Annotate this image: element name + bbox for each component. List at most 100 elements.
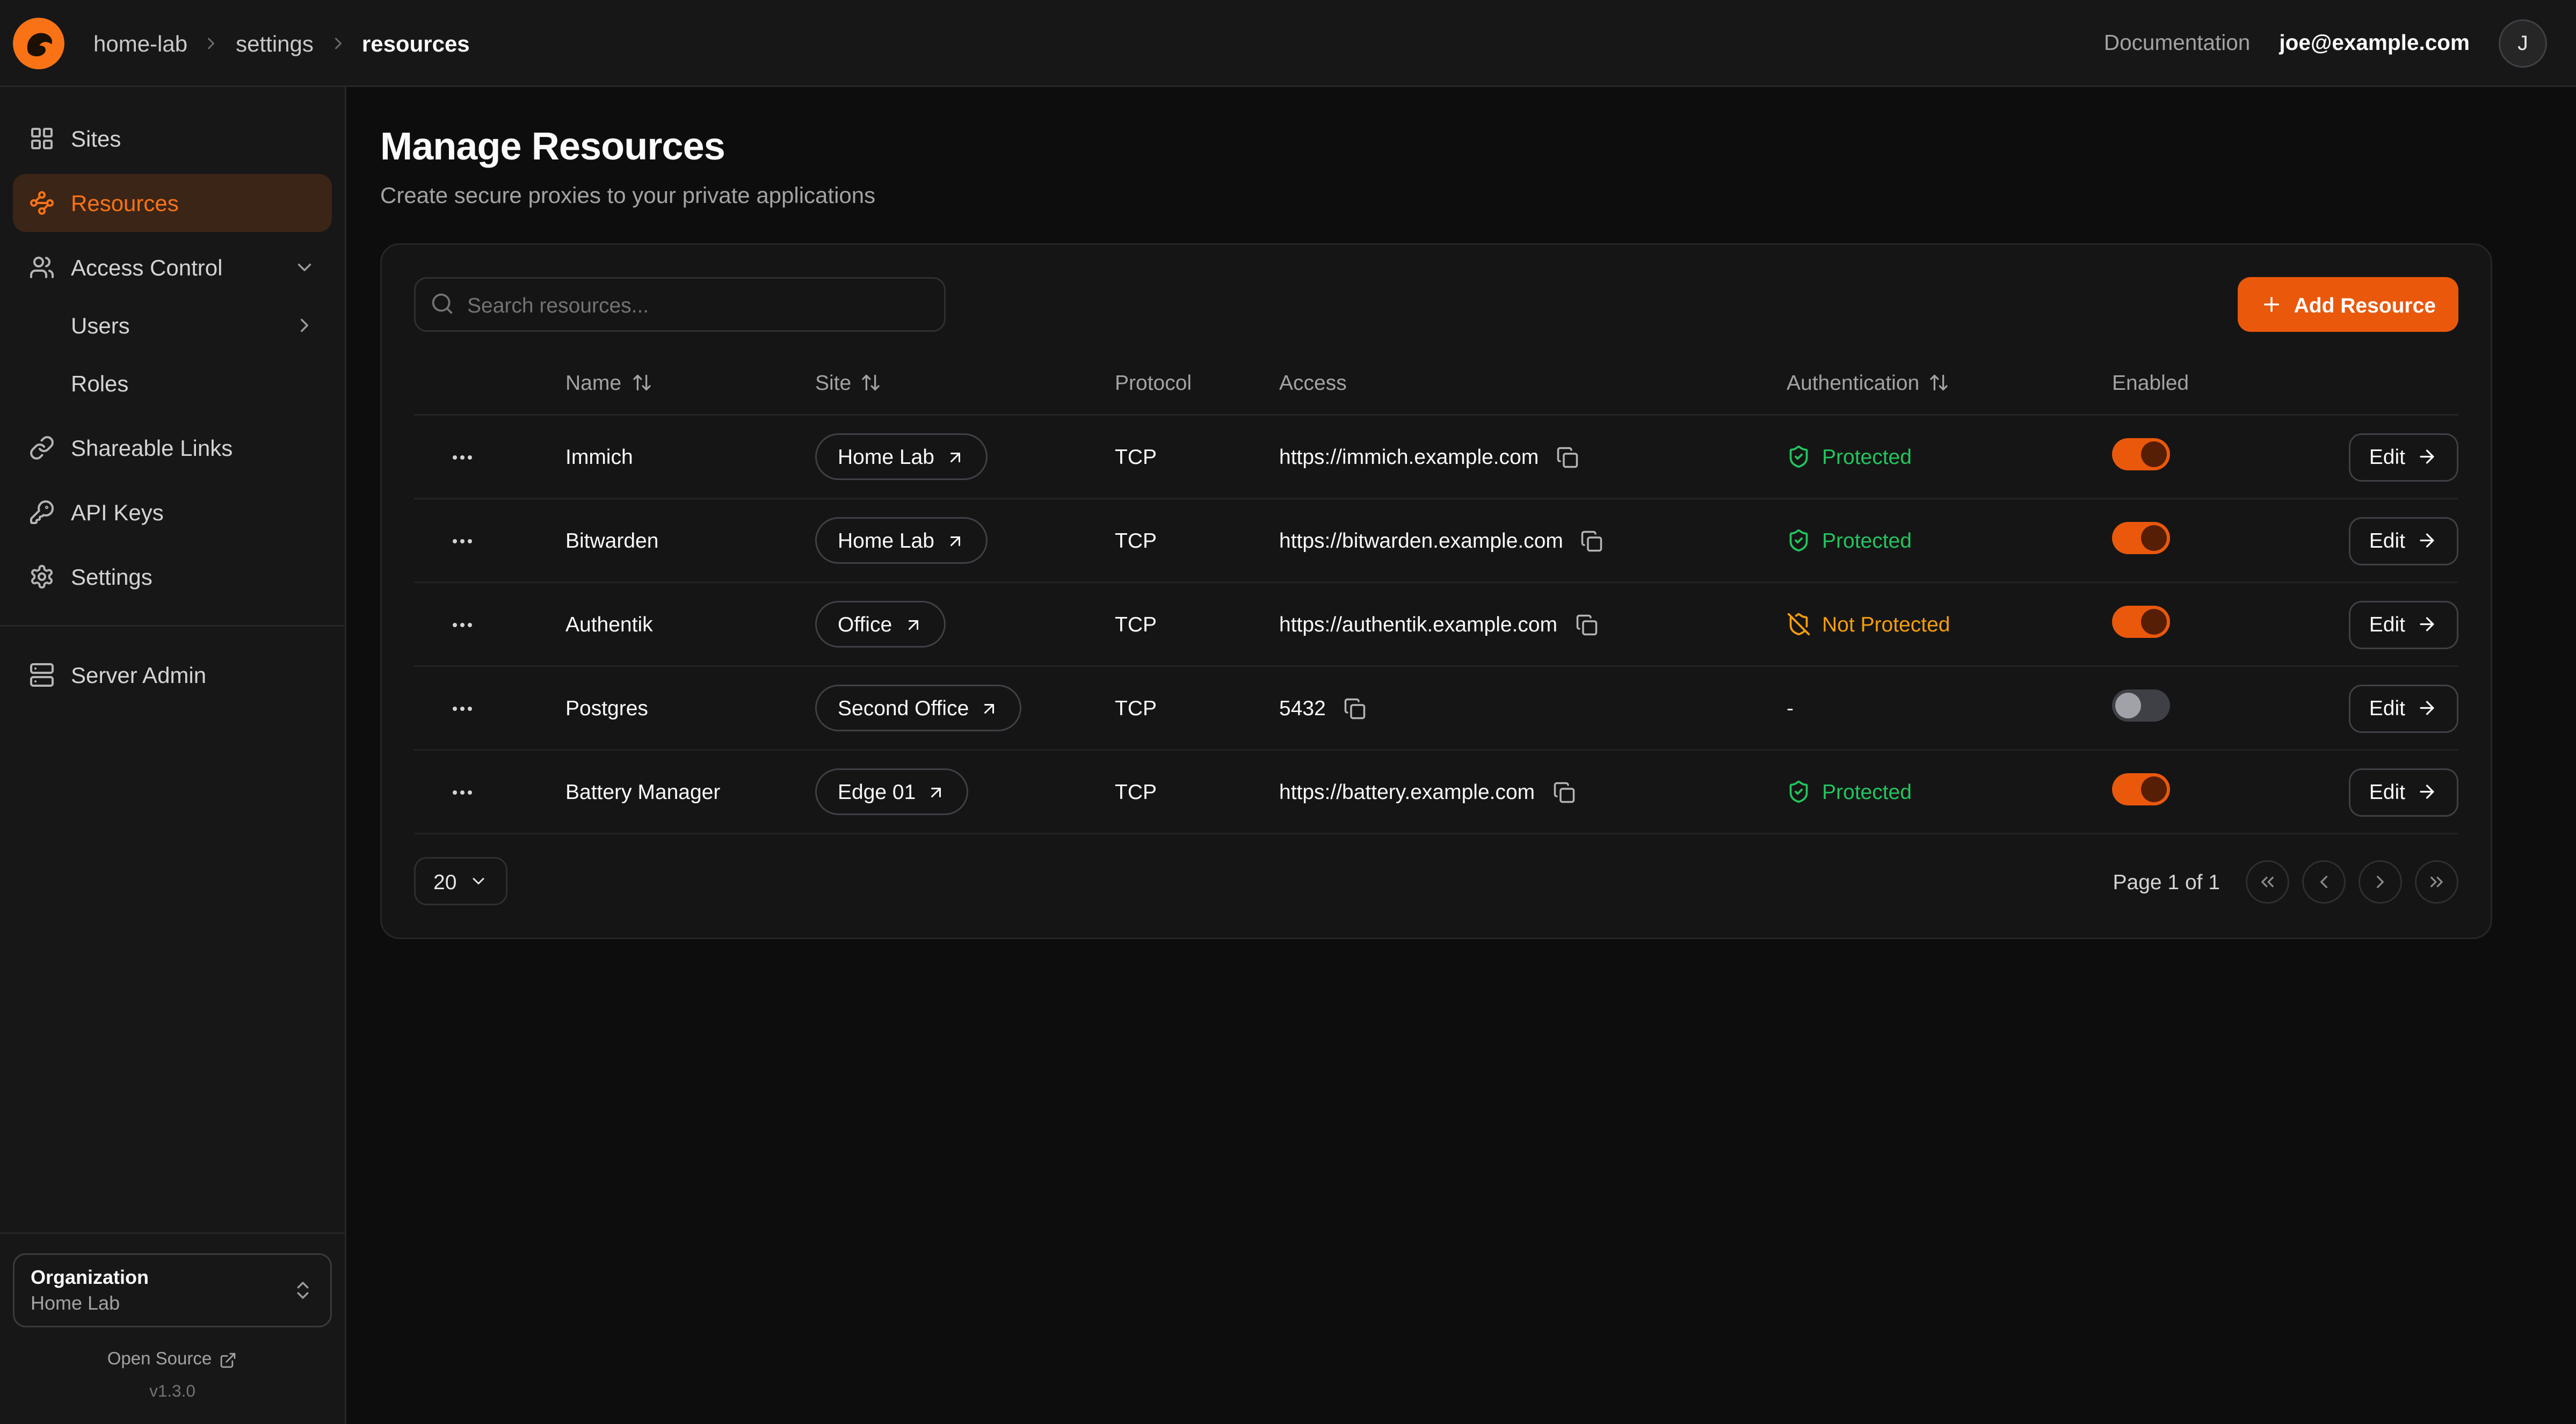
protocol: TCP — [1115, 780, 1279, 804]
edit-button[interactable]: Edit — [2348, 684, 2458, 732]
sidebar: Sites Resources Access Control Users Rol… — [0, 87, 346, 1424]
table-row: Battery Manager Edge 01 TCP https://batt… — [414, 751, 2458, 834]
organization-selector[interactable]: Organization Home Lab — [13, 1253, 332, 1327]
chevrons-left-icon — [2257, 871, 2278, 892]
sidebar-item-label: Resources — [71, 190, 179, 216]
arrow-up-right-icon — [946, 447, 965, 467]
row-menu-button[interactable] — [443, 689, 482, 728]
arrow-up-right-icon — [980, 699, 999, 718]
sidebar-divider — [0, 625, 345, 627]
copy-icon[interactable] — [1340, 694, 1369, 723]
sidebar-item-label: Access Control — [71, 255, 222, 280]
table-row: Postgres Second Office TCP 5432 - Edit — [414, 667, 2458, 751]
sidebar-divider — [0, 1232, 345, 1234]
documentation-link[interactable]: Documentation — [2104, 31, 2250, 55]
breadcrumb-org[interactable]: home-lab — [93, 30, 187, 56]
arrow-right-icon — [2417, 530, 2437, 551]
shield-off-icon — [1787, 612, 1811, 636]
copy-icon[interactable] — [1553, 442, 1582, 471]
edit-button[interactable]: Edit — [2348, 517, 2458, 565]
auth-status: - — [1787, 696, 2112, 720]
enabled-toggle[interactable] — [2112, 438, 2170, 470]
access-url: https://immich.example.com — [1279, 445, 1539, 469]
copy-icon[interactable] — [1549, 778, 1578, 807]
row-menu-button[interactable] — [443, 438, 482, 476]
search-icon — [430, 292, 454, 316]
access-url: https://bitwarden.example.com — [1279, 528, 1563, 553]
sort-site-icon[interactable] — [861, 372, 882, 393]
enabled-toggle[interactable] — [2112, 773, 2170, 805]
arrow-right-icon — [2417, 698, 2437, 718]
sidebar-item-roles[interactable]: Roles — [13, 354, 332, 412]
chevron-right-icon — [293, 314, 316, 337]
user-email[interactable]: joe@example.com — [2279, 31, 2470, 55]
sidebar-item-api-keys[interactable]: API Keys — [13, 483, 332, 541]
sidebar-item-users[interactable]: Users — [13, 296, 332, 354]
enabled-toggle[interactable] — [2112, 689, 2170, 722]
chevron-left-icon — [2313, 871, 2334, 892]
breadcrumb-settings[interactable]: settings — [236, 30, 314, 56]
open-source-link[interactable]: Open Source — [13, 1350, 332, 1369]
edit-button[interactable]: Edit — [2348, 433, 2458, 481]
resource-name: Bitwarden — [565, 528, 815, 553]
sidebar-item-resources[interactable]: Resources — [13, 174, 332, 232]
row-menu-button[interactable] — [443, 773, 482, 811]
last-page-button[interactable] — [2415, 860, 2458, 903]
access-url: https://authentik.example.com — [1279, 612, 1557, 636]
avatar[interactable]: J — [2499, 19, 2547, 67]
table-row: Immich Home Lab TCP https://immich.examp… — [414, 416, 2458, 499]
page-indicator: Page 1 of 1 — [2113, 869, 2221, 893]
sidebar-item-settings[interactable]: Settings — [13, 548, 332, 606]
copy-icon[interactable] — [1572, 610, 1601, 639]
auth-status: Protected — [1787, 780, 2112, 804]
next-page-button[interactable] — [2359, 860, 2402, 903]
sidebar-item-access-control[interactable]: Access Control — [13, 238, 332, 296]
resources-waypoints-icon — [29, 190, 55, 216]
access-port: 5432 — [1279, 696, 1326, 720]
access-url: https://battery.example.com — [1279, 780, 1535, 804]
server-icon — [29, 662, 55, 688]
resource-name: Authentik — [565, 612, 815, 636]
sidebar-item-sites[interactable]: Sites — [13, 110, 332, 168]
page-title: Manage Resources — [380, 126, 2492, 171]
arrow-up-right-icon — [927, 782, 946, 802]
row-menu-button[interactable] — [443, 521, 482, 560]
shield-check-icon — [1787, 780, 1811, 804]
chevrons-up-down-icon — [292, 1279, 314, 1302]
auth-status: Not Protected — [1787, 612, 2112, 636]
add-resource-button[interactable]: Add Resource — [2238, 277, 2458, 332]
previous-page-button[interactable] — [2302, 860, 2346, 903]
edit-button[interactable]: Edit — [2348, 768, 2458, 816]
protocol: TCP — [1115, 445, 1279, 469]
sidebar-item-server-admin[interactable]: Server Admin — [13, 646, 332, 704]
site-link-button[interactable]: Office — [815, 601, 945, 648]
breadcrumb: home-lab settings resources — [93, 30, 470, 56]
pangolin-logo-icon[interactable] — [13, 17, 64, 69]
breadcrumb-separator-icon — [202, 33, 221, 53]
protocol: TCP — [1115, 696, 1279, 720]
topbar: home-lab settings resources Documentatio… — [0, 0, 2576, 87]
enabled-toggle[interactable] — [2112, 606, 2170, 638]
site-link-button[interactable]: Home Lab — [815, 517, 988, 564]
users-icon — [29, 255, 55, 280]
site-link-button[interactable]: Second Office — [815, 685, 1022, 731]
resources-card: Add Resource Name Site Protocol Access A… — [380, 243, 2492, 939]
table-row: Bitwarden Home Lab TCP https://bitwarden… — [414, 499, 2458, 583]
edit-button[interactable]: Edit — [2348, 600, 2458, 649]
table-header: Name Site Protocol Access Authentication… — [414, 370, 2458, 416]
row-menu-button[interactable] — [443, 605, 482, 644]
sort-name-icon[interactable] — [631, 372, 652, 393]
sidebar-item-shareable-links[interactable]: Shareable Links — [13, 419, 332, 477]
table-row: Authentik Office TCP https://authentik.e… — [414, 583, 2458, 667]
first-page-button[interactable] — [2246, 860, 2289, 903]
page-size-select[interactable]: 20 — [414, 857, 508, 905]
shield-check-icon — [1787, 445, 1811, 469]
sidebar-item-label: Users — [71, 313, 130, 338]
copy-icon[interactable] — [1578, 526, 1607, 555]
enabled-toggle[interactable] — [2112, 522, 2170, 554]
search-input[interactable] — [414, 277, 946, 332]
arrow-right-icon — [2417, 614, 2437, 635]
site-link-button[interactable]: Edge 01 — [815, 768, 969, 815]
sort-authentication-icon[interactable] — [1929, 372, 1950, 393]
site-link-button[interactable]: Home Lab — [815, 433, 988, 480]
